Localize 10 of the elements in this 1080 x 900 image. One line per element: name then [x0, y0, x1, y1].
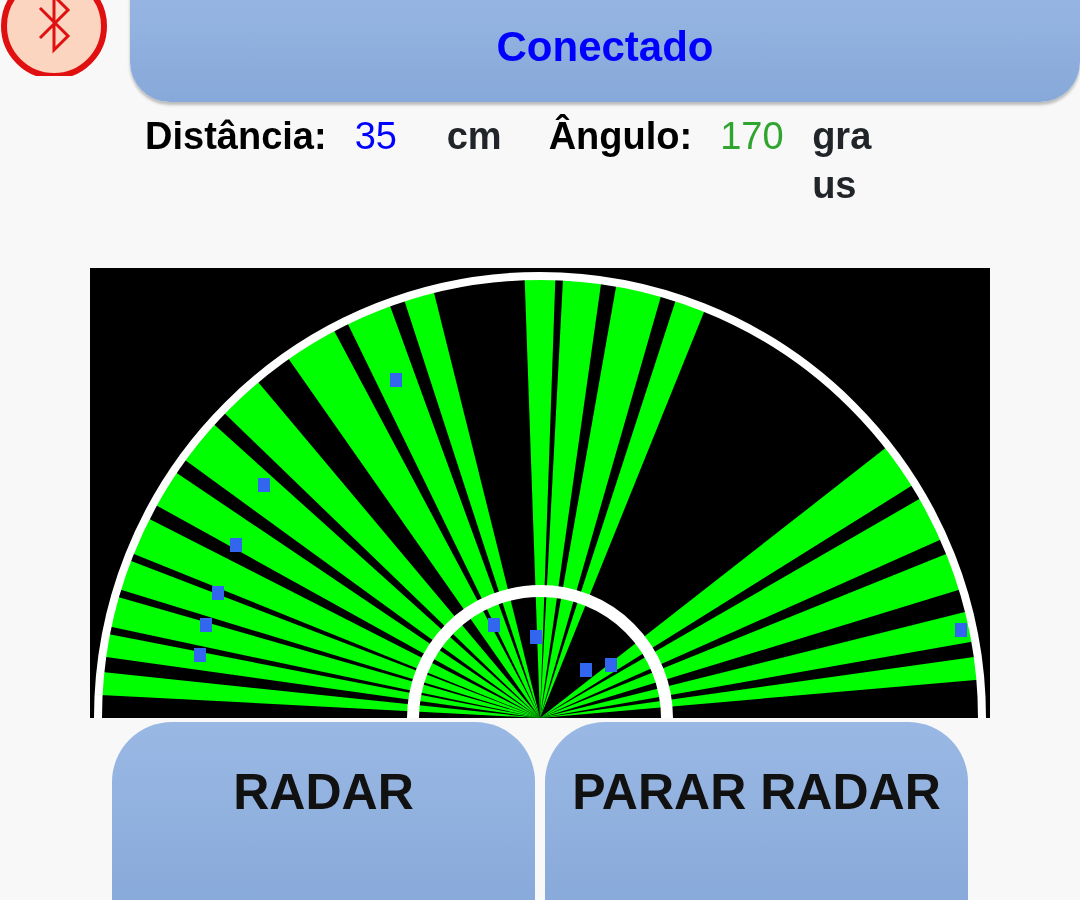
unit-label: graus: [812, 114, 873, 209]
action-button[interactable]: RADAR: [112, 722, 535, 900]
connection-status-button[interactable]: Conectado: [130, 0, 1080, 102]
reading-label: Ângulo:: [548, 113, 693, 159]
bluetooth-icon: [0, 0, 108, 76]
action-button[interactable]: PARAR RADAR: [545, 722, 968, 900]
reading-label: Distância:: [145, 114, 327, 159]
reading-value: 170: [720, 114, 785, 159]
unit-label: cm: [446, 114, 503, 159]
reading-value: 35: [354, 114, 398, 159]
